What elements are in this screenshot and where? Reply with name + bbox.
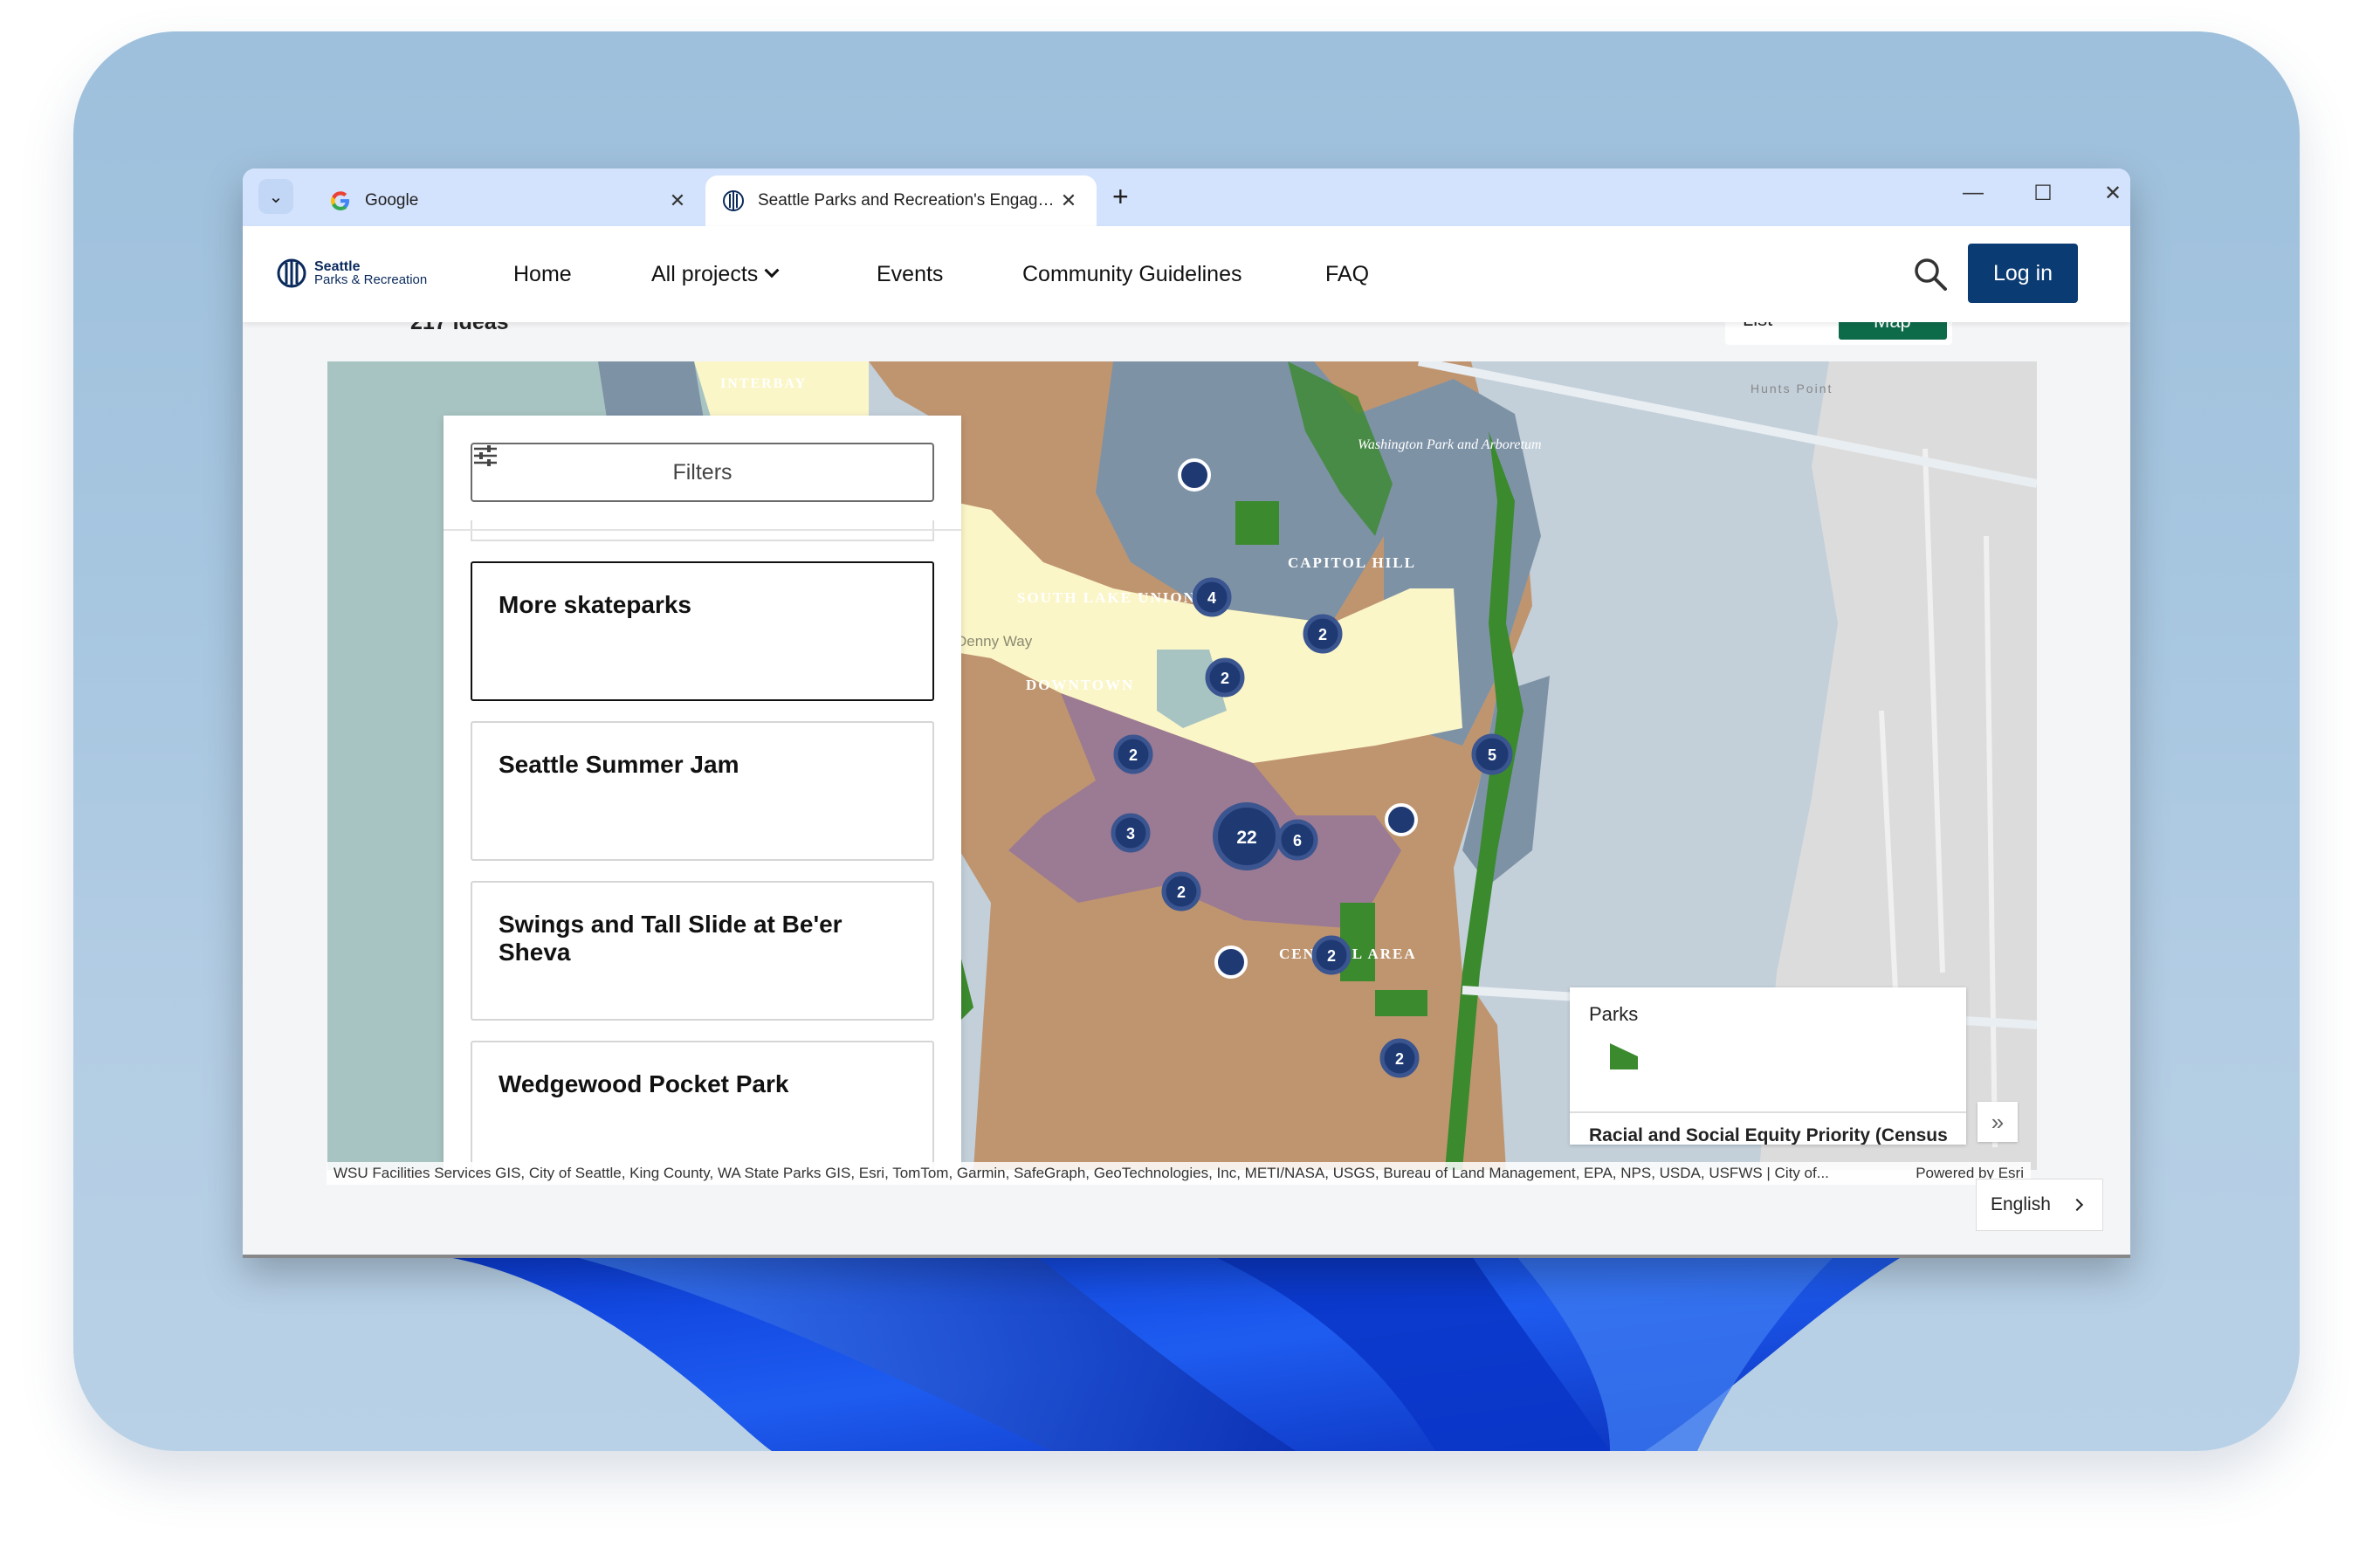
minimize-icon[interactable]: —	[1956, 181, 1991, 205]
cluster-count: 2	[1395, 1050, 1404, 1068]
cluster-marker[interactable]: 2	[1161, 871, 1201, 911]
close-tab-icon[interactable]: ✕	[1056, 189, 1081, 212]
new-tab-button[interactable]: +	[1112, 181, 1129, 213]
park-volunteer	[1235, 501, 1279, 545]
tab-search-button[interactable]: ⌄	[258, 179, 293, 214]
idea-card-title: Seattle Summer Jam	[499, 751, 739, 778]
tab-google[interactable]: Google ✕	[313, 175, 705, 226]
legend-subtitle: Racial and Social Equity Priority (Censu…	[1589, 1125, 1948, 1145]
cluster-marker[interactable]: 2	[1303, 614, 1343, 654]
filters-button[interactable]: Filters	[471, 443, 934, 502]
filter-sliders-icon	[474, 445, 497, 466]
tab-bar: ⌄ Google ✕ Seattle Parks and Recreation'…	[243, 168, 2130, 226]
idea-marker[interactable]	[1214, 946, 1248, 979]
idea-card[interactable]: Swings and Tall Slide at Be'er Sheva	[471, 881, 934, 1021]
cluster-count: 2	[1318, 626, 1327, 643]
cluster-marker[interactable]: 22	[1213, 802, 1281, 870]
login-button[interactable]: Log in	[1968, 244, 2078, 303]
window-bottom-edge	[243, 1255, 2130, 1258]
tab-title: Google	[365, 191, 419, 210]
nav-events[interactable]: Events	[877, 226, 943, 322]
cluster-marker[interactable]: 2	[1205, 657, 1245, 698]
map-attribution: WSU Facilities Services GIS, City of Sea…	[327, 1162, 2031, 1185]
map-legend: Parks Racial and Social Equity Priority …	[1570, 987, 1966, 1145]
cluster-marker[interactable]: 6	[1276, 819, 1318, 861]
site-logo[interactable]: Seattle Parks & Recreation	[276, 256, 427, 291]
cluster-count: 4	[1207, 589, 1216, 607]
nav-community-guidelines[interactable]: Community Guidelines	[1022, 226, 1242, 322]
idea-card-title: More skateparks	[499, 591, 692, 618]
chevron-right-icon	[2070, 1198, 2084, 1212]
close-tab-icon[interactable]: ✕	[665, 189, 690, 212]
filters-label: Filters	[672, 459, 733, 485]
attribution-text: WSU Facilities Services GIS, City of Sea…	[334, 1165, 1829, 1181]
nav-all-projects[interactable]: All projects	[651, 226, 780, 322]
idea-card-title: Swings and Tall Slide at Be'er Sheva	[499, 911, 843, 966]
close-window-icon[interactable]: ✕	[2095, 181, 2130, 206]
google-g-icon	[331, 191, 349, 210]
cluster-count: 5	[1488, 746, 1496, 764]
nav-label: Events	[877, 261, 944, 286]
park-south	[1375, 990, 1427, 1016]
tab-title: Seattle Parks and Recreation's Engagemen…	[758, 191, 1056, 210]
cluster-count: 2	[1221, 670, 1229, 687]
search-icon[interactable]	[1910, 254, 1950, 294]
cluster-count: 22	[1236, 828, 1256, 848]
seattle-logo-icon	[277, 258, 306, 288]
cluster-marker[interactable]: 3	[1111, 813, 1151, 853]
map-label-downtown: DOWNTOWN	[1026, 677, 1134, 693]
map-label-hunts-point: Hunts Point	[1751, 382, 1833, 395]
cluster-count: 6	[1293, 832, 1302, 849]
map-label-capitol-hill: CAPITOL HILL	[1288, 554, 1416, 571]
map-label-interbay: INTERBAY	[720, 376, 807, 391]
language-label: English	[1991, 1194, 2051, 1214]
maximize-icon[interactable]: ☐	[2026, 181, 2060, 206]
panel-divider	[444, 529, 961, 531]
map-label-denny-way: Denny Way	[956, 633, 1033, 650]
idea-marker[interactable]	[1178, 458, 1211, 492]
cluster-count: 2	[1129, 746, 1138, 764]
nav-faq[interactable]: FAQ	[1325, 226, 1369, 322]
nav-label: Home	[513, 261, 572, 286]
logo-text: Seattle Parks & Recreation	[314, 259, 428, 287]
seattle-logo-icon	[723, 190, 744, 211]
idea-card[interactable]: Seattle Summer Jam	[471, 721, 934, 861]
nav-label: Community Guidelines	[1022, 261, 1242, 286]
nav-home[interactable]: Home	[513, 226, 572, 322]
cluster-marker[interactable]: 2	[1379, 1038, 1420, 1078]
map-label-south-lake-union: SOUTH LAKE UNION	[1017, 589, 1196, 606]
legend-title: Parks	[1589, 1003, 1639, 1025]
legend-divider	[1570, 1111, 1966, 1113]
idea-marker[interactable]	[1385, 803, 1418, 836]
cluster-marker[interactable]: 2	[1113, 734, 1153, 774]
cluster-marker[interactable]: 4	[1192, 577, 1232, 617]
nav-label: FAQ	[1325, 261, 1370, 286]
double-chevron-right-icon[interactable]: »	[1978, 1102, 2018, 1142]
cluster-count: 2	[1327, 947, 1336, 965]
list-item[interactable]	[471, 520, 934, 541]
ideas-panel: Filters More skateparks Seattle Summer J…	[444, 416, 961, 1170]
cluster-marker[interactable]: 2	[1311, 935, 1352, 975]
chevron-down-icon	[764, 263, 780, 279]
site-header: Seattle Parks & Recreation Home All proj…	[243, 226, 2130, 322]
language-selector[interactable]: English	[1976, 1179, 2103, 1231]
cluster-count: 3	[1126, 825, 1135, 842]
cluster-count: 2	[1177, 884, 1186, 901]
map-label-arboretum: Washington Park and Arboretum	[1358, 437, 1542, 452]
logo-line2: Parks & Recreation	[314, 272, 428, 287]
idea-card-title: Wedgewood Pocket Park	[499, 1070, 789, 1097]
nav-label: All projects	[651, 261, 759, 286]
idea-card[interactable]: More skateparks	[471, 561, 934, 701]
logo-line1: Seattle	[314, 259, 361, 274]
parks-swatch-icon	[1610, 1043, 1638, 1069]
cluster-marker[interactable]: 5	[1471, 733, 1513, 775]
idea-card[interactable]: Wedgewood Pocket Park	[471, 1041, 934, 1170]
tab-seattle-parks[interactable]: Seattle Parks and Recreation's Engagemen…	[705, 175, 1097, 226]
